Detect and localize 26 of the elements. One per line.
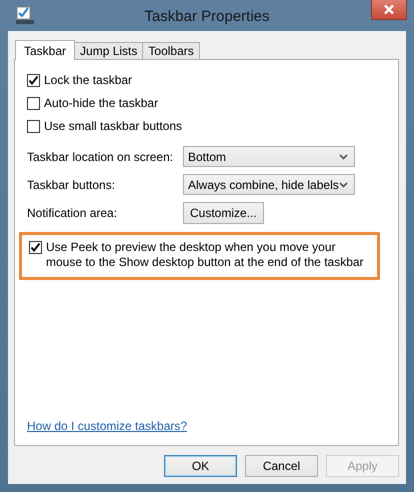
checkbox-label: Auto-hide the taskbar — [44, 96, 158, 111]
customize-button[interactable]: Customize... — [183, 202, 264, 224]
setting-label: Notification area: — [27, 206, 118, 220]
dialog-button[interactable]: OK — [164, 455, 237, 477]
setting-label: Taskbar buttons: — [27, 178, 116, 192]
dialog-button[interactable]: Cancel — [245, 455, 318, 477]
close-button[interactable] — [371, 0, 407, 20]
dropdown[interactable]: Always combine, hide labels — [183, 174, 355, 195]
help-link[interactable]: How do I customize taskbars? — [27, 419, 188, 433]
setting-label: Taskbar location on screen: — [27, 150, 174, 164]
tab[interactable]: Jump Lists — [74, 42, 144, 59]
app-icon — [15, 5, 35, 25]
dropdown[interactable]: Bottom — [183, 146, 355, 167]
checkbox[interactable] — [27, 120, 40, 133]
checkbox-label: Use Peek to preview the desktop when you move your mouse to the Show desktop button at the end of the taskbar — [46, 240, 365, 270]
checkbox[interactable] — [27, 97, 40, 110]
checkbox-label: Use small taskbar buttons — [44, 119, 182, 134]
tab[interactable]: Toolbars — [142, 42, 200, 59]
checkbox-label: Lock the taskbar — [44, 73, 132, 88]
chevron-down-icon — [339, 154, 348, 160]
window-title: Taskbar Properties — [144, 7, 270, 25]
chevron-down-icon — [339, 182, 348, 188]
close-icon — [383, 4, 395, 15]
checkbox[interactable] — [27, 74, 40, 87]
tab[interactable]: Taskbar — [15, 40, 76, 60]
checkbox[interactable] — [29, 241, 42, 254]
